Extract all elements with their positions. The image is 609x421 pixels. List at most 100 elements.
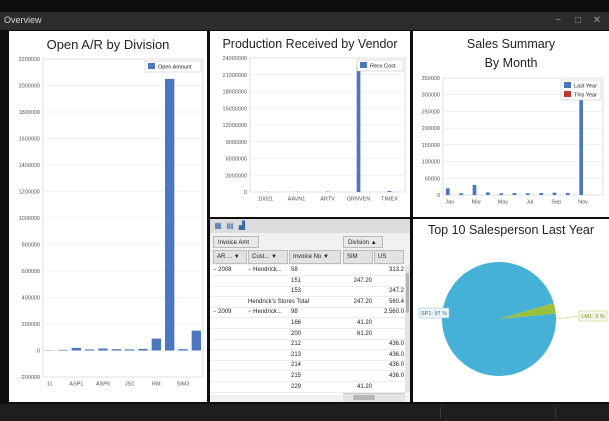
row-header-ar[interactable]: AR ... ▼ [213, 250, 247, 264]
x-tick-label: GRNVEN [347, 197, 371, 203]
row-header-customer[interactable]: Cust... ▼ [248, 250, 288, 264]
legend-swatch [564, 82, 571, 88]
year-cell[interactable] [213, 276, 247, 286]
y-tick-label: 1000000 [19, 216, 40, 222]
vertical-scrollbar[interactable] [405, 265, 410, 393]
label-leader [555, 315, 580, 320]
column-field-label: Division [348, 240, 370, 246]
year-cell[interactable] [213, 297, 247, 307]
us-value-cell[interactable]: 2,560.0 [374, 307, 404, 317]
invoice-cell[interactable]: 212 [291, 339, 339, 349]
pivot-row: − 2008− Hendrick... 58 313.2 [210, 265, 405, 276]
sim-value-cell[interactable]: 247.20 [343, 276, 372, 286]
sim-value-cell[interactable] [343, 307, 372, 317]
y-tick-label: 3000000 [226, 173, 247, 179]
y-tick-label: 1600000 [19, 137, 40, 143]
invoice-cell[interactable]: 215 [291, 371, 339, 381]
y-tick-label: 6000000 [226, 157, 247, 163]
data-field-chip[interactable]: Invoice Amt [213, 236, 259, 248]
sales-summary-subtitle: By Month [484, 56, 538, 70]
y-tick-label: 100000 [422, 160, 440, 166]
invoice-cell[interactable]: 214 [291, 360, 339, 370]
legend-label: Last Year [574, 84, 597, 90]
year-cell[interactable] [213, 371, 247, 381]
filter-arrow-icon: ▼ [323, 254, 329, 260]
us-value-cell[interactable] [374, 329, 404, 339]
year-cell[interactable] [213, 318, 247, 328]
us-value-cell[interactable] [374, 318, 404, 328]
bar [512, 192, 517, 195]
sort-asc-icon: ▲ [370, 240, 377, 246]
us-value-cell[interactable]: 436.0 [374, 350, 404, 360]
top-salesperson-panel: Top 10 Salesperson Last Year SP1: 97 % LM… [413, 219, 609, 402]
column-header-us[interactable]: US [374, 250, 404, 264]
us-value-cell[interactable]: 436.0 [374, 339, 404, 349]
sales-summary-panel: Sales Summary By Month 0 50000 100000 15000… [413, 31, 609, 217]
sim-value-cell[interactable] [343, 371, 372, 381]
bar [125, 349, 135, 351]
row-header-invoice[interactable]: Invoice No ▼ [289, 250, 341, 264]
invoice-cell[interactable]: 229 [291, 382, 339, 392]
year-cell[interactable] [213, 382, 247, 392]
row-header-label: Cust... [252, 254, 270, 260]
us-value-cell[interactable]: 247.2 [374, 286, 404, 296]
invoice-cell[interactable]: 151 [291, 276, 339, 286]
sim-value-cell[interactable]: 61.20 [343, 329, 372, 339]
sim-value-cell[interactable]: 41.20 [343, 318, 372, 328]
horizontal-scrollbar[interactable] [343, 393, 405, 402]
column-header-sim[interactable]: SIM [343, 250, 373, 264]
invoice-cell[interactable]: 200 [291, 329, 339, 339]
sim-value-cell[interactable] [343, 286, 372, 296]
x-tick-label: Jul [526, 200, 533, 206]
y-tick-label: 2000000 [19, 84, 40, 90]
bar [71, 347, 81, 351]
column-field-chip[interactable]: Division ▲ [343, 236, 383, 248]
year-cell[interactable] [213, 360, 247, 370]
slice-label: SP1: 97 % [421, 311, 447, 317]
chart-icon[interactable]: ▟ [237, 221, 247, 231]
invoice-cell[interactable]: 166 [291, 318, 339, 328]
close-icon[interactable]: ✕ [590, 14, 604, 28]
invoice-cell[interactable]: 58 [291, 265, 339, 275]
us-value-cell[interactable] [374, 382, 404, 392]
us-value-cell[interactable] [374, 276, 404, 286]
vertical-scrollbar-thumb[interactable] [406, 273, 409, 313]
layout-icon[interactable]: ▦ [213, 221, 223, 231]
year-cell[interactable]: − 2008 [213, 265, 247, 275]
us-value-cell[interactable]: 313.2 [374, 265, 404, 275]
pivot-row: 213 436.0 [210, 350, 405, 361]
year-cell[interactable] [213, 329, 247, 339]
invoice-cell[interactable]: 153 [291, 286, 339, 296]
minimize-icon[interactable]: − [551, 14, 565, 28]
sim-value-cell[interactable]: 41.20 [343, 382, 372, 392]
sim-value-cell[interactable] [343, 339, 372, 349]
us-value-cell[interactable]: 436.0 [374, 360, 404, 370]
year-cell[interactable]: − 2009 [213, 307, 247, 317]
year-cell[interactable] [213, 339, 247, 349]
pivot-row: 166 41.20 [210, 318, 405, 329]
bar [579, 89, 583, 195]
sim-value-cell[interactable] [343, 360, 372, 370]
invoice-cell[interactable]: 98 [291, 307, 339, 317]
year-cell[interactable] [213, 286, 247, 296]
sim-value-cell[interactable]: 247.20 [343, 297, 372, 307]
sim-value-cell[interactable] [343, 350, 372, 360]
invoice-cell[interactable]: 213 [291, 350, 339, 360]
y-tick-label: 300000 [422, 93, 440, 99]
year-cell[interactable] [213, 350, 247, 360]
x-tick-label: SIM3 [177, 382, 190, 388]
legend-swatch [360, 62, 367, 68]
scrollbar-thumb[interactable] [353, 395, 375, 400]
maximize-icon[interactable]: □ [571, 14, 585, 28]
us-value-cell[interactable]: 560.4 [374, 297, 404, 307]
y-tick-label: 1200000 [19, 190, 40, 196]
top-salesperson-title: Top 10 Salesperson Last Year [427, 223, 595, 237]
us-value-cell[interactable]: 436.0 [374, 371, 404, 381]
legend-swatch [148, 63, 155, 69]
customer-cell[interactable]: Hendrick's Stores Total [248, 297, 338, 307]
y-tick-label: 350000 [422, 76, 440, 82]
sim-value-cell[interactable] [343, 265, 372, 275]
grid-icon[interactable]: ▤ [225, 221, 235, 231]
pivot-row: 151 247.20 [210, 276, 405, 287]
pivot-row: 200 61.20 [210, 329, 405, 340]
